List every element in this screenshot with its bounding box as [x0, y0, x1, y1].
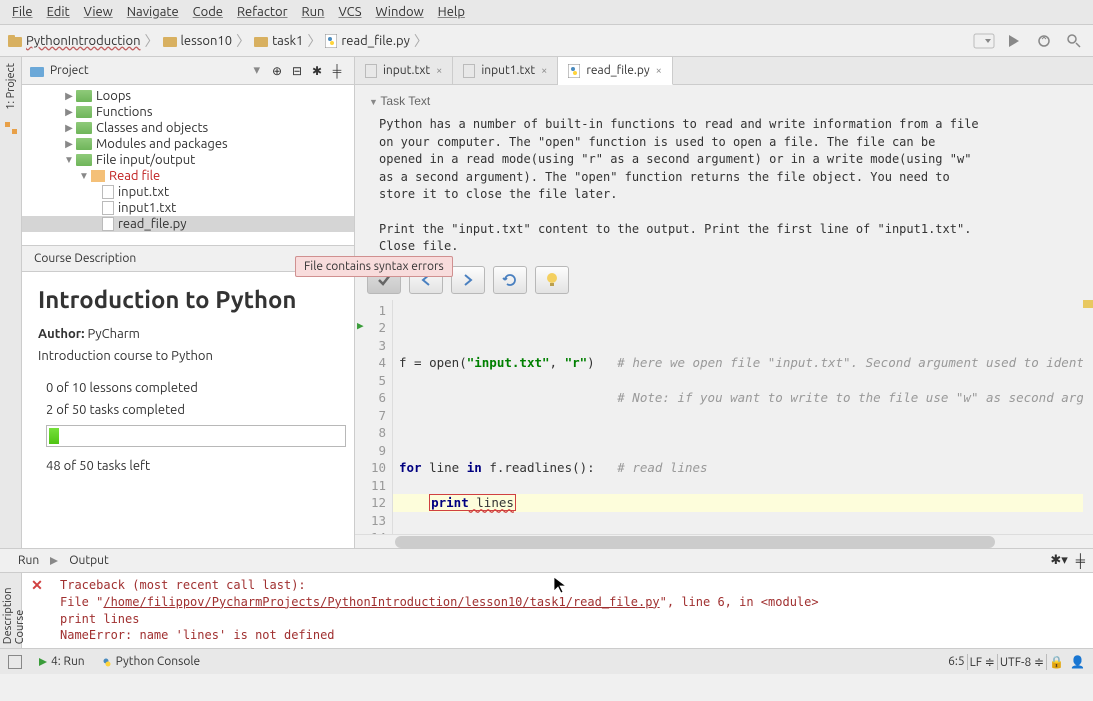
tree-item-modules[interactable]: ▶Modules and packages	[22, 136, 354, 152]
menu-window[interactable]: Window	[369, 3, 431, 21]
code-body[interactable]: f = open("input.txt", "r") # here we ope…	[393, 300, 1093, 534]
search-button[interactable]	[1063, 30, 1085, 52]
left-tool-strip: 1: Project	[0, 57, 22, 548]
progress-bar	[46, 425, 346, 447]
editor-column: input.txt× input1.txt× read_file.py× Tas…	[355, 57, 1093, 548]
tree-item-fileio[interactable]: ▼File input/output	[22, 152, 354, 168]
project-panel: Project ▾ ⊕ ⊟ ✱ ╪ ▶Loops ▶Functions ▶Cla…	[22, 57, 355, 548]
tree-item-classes[interactable]: ▶Classes and objects	[22, 120, 354, 136]
menu-code[interactable]: Code	[186, 3, 230, 21]
run-toolwindow-button[interactable]: 4: Run	[30, 653, 93, 670]
line-gutter: ▶ 1234 5678 9101112 1314	[355, 300, 393, 534]
update-button[interactable]	[1033, 30, 1055, 52]
gear-icon[interactable]: ✱	[308, 62, 326, 80]
project-icon	[30, 65, 44, 77]
run-button[interactable]	[1003, 30, 1025, 52]
tree-item-input1[interactable]: input1.txt	[22, 200, 354, 216]
scroll-to-icon[interactable]: ⊕	[268, 62, 286, 80]
editor-tabs: input.txt× input1.txt× read_file.py×	[355, 57, 1093, 85]
error-stripe[interactable]	[1083, 300, 1093, 534]
menu-help[interactable]: Help	[431, 3, 472, 21]
breadcrumb-task[interactable]: task1	[272, 34, 303, 48]
hide-icon[interactable]: ╪	[1076, 553, 1085, 568]
run-gutter-icon[interactable]: ▶	[357, 318, 364, 333]
gear-icon[interactable]: ✱▾	[1050, 553, 1067, 568]
breadcrumb-file[interactable]: read_file.py	[341, 34, 410, 48]
breadcrumb-lesson[interactable]: lesson10	[181, 34, 233, 48]
folder-icon	[163, 35, 177, 47]
run-config-dropdown[interactable]	[973, 30, 995, 52]
menu-vcs[interactable]: VCS	[331, 3, 368, 21]
close-icon[interactable]: ×	[436, 65, 442, 77]
stop-icon[interactable]: ✕	[31, 577, 43, 594]
run-tab[interactable]: Run	[8, 552, 49, 569]
refresh-button[interactable]	[493, 266, 527, 294]
python-console-button[interactable]: Python Console	[93, 653, 209, 670]
structure-icon[interactable]	[3, 120, 19, 136]
menubar: File Edit View Navigate Code Refactor Ru…	[0, 0, 1093, 25]
folder-icon	[254, 35, 268, 47]
breadcrumb-project[interactable]: PythonIntroduction	[26, 34, 141, 48]
task-body: Python has a number of built-in function…	[369, 116, 1079, 255]
python-file-icon	[325, 34, 337, 48]
course-description-tab[interactable]: Course Description	[0, 573, 28, 648]
menu-run[interactable]: Run	[295, 3, 332, 21]
lessons-progress-label: 0 of 10 lessons completed	[46, 381, 338, 395]
menu-navigate[interactable]: Navigate	[120, 3, 186, 21]
hide-icon[interactable]: ╪	[328, 62, 346, 80]
tree-item-functions[interactable]: ▶Functions	[22, 104, 354, 120]
tree-item-readfile[interactable]: ▼Read file	[22, 168, 354, 184]
tree-item-loops[interactable]: ▶Loops	[22, 88, 354, 104]
console-output[interactable]: Traceback (most recent call last): File …	[52, 573, 1093, 648]
course-description-body: Introduction to Python Author: PyCharm I…	[22, 272, 354, 548]
syntax-error-tooltip: File contains syntax errors	[295, 256, 453, 277]
menu-file[interactable]: File	[5, 3, 40, 21]
output-tab[interactable]: Output	[59, 552, 118, 569]
project-toolwindow-tab[interactable]: 1: Project	[3, 57, 19, 116]
tree-item-readpy[interactable]: read_file.py	[22, 216, 354, 232]
tab-input[interactable]: input.txt×	[355, 57, 453, 84]
run-toolwindow: Run Output ✱▾ ╪ Course Description ✕ Tra…	[0, 548, 1093, 648]
code-editor[interactable]: ▶ 1234 5678 9101112 1314 f = open("input…	[355, 300, 1093, 534]
tab-input1[interactable]: input1.txt×	[453, 57, 558, 84]
collapse-icon[interactable]: ⊟	[288, 62, 306, 80]
menu-refactor[interactable]: Refactor	[230, 3, 295, 21]
course-title: Introduction to Python	[38, 286, 338, 313]
statusbar: 4: Run Python Console 6:5 LF ≑ UTF-8 ≑ 🔒…	[0, 648, 1093, 674]
run-play-icon	[49, 556, 59, 566]
hint-button[interactable]	[535, 266, 569, 294]
task-text-panel: Task Text Python has a number of built-i…	[355, 85, 1093, 260]
tree-item-input[interactable]: input.txt	[22, 184, 354, 200]
next-task-button[interactable]	[451, 266, 485, 294]
breadcrumb: PythonIntroduction 〉 lesson10 〉 task1 〉 …	[8, 31, 973, 51]
code-toolbar: File contains syntax errors	[355, 260, 1093, 300]
menu-view[interactable]: View	[77, 3, 120, 21]
cursor-position: 6:5	[948, 655, 965, 668]
left-tool-strip-bottom: Course Description	[0, 573, 22, 648]
horizontal-scrollbar[interactable]	[355, 534, 1093, 548]
close-icon[interactable]: ×	[656, 65, 662, 77]
close-icon[interactable]: ×	[541, 65, 547, 77]
folder-icon	[8, 35, 22, 47]
task-header[interactable]: Task Text	[369, 93, 1079, 110]
tasks-progress-label: 2 of 50 tasks completed	[46, 403, 338, 417]
traceback-link[interactable]: /home/filippov/PycharmProjects/PythonInt…	[103, 595, 659, 609]
tab-readfile[interactable]: read_file.py×	[558, 57, 672, 85]
tasks-left-label: 48 of 50 tasks left	[46, 459, 338, 473]
navigation-toolbar: PythonIntroduction 〉 lesson10 〉 task1 〉 …	[0, 25, 1093, 57]
project-panel-title: Project	[50, 64, 253, 77]
project-tree[interactable]: ▶Loops ▶Functions ▶Classes and objects ▶…	[22, 85, 354, 245]
menu-edit[interactable]: Edit	[40, 3, 77, 21]
